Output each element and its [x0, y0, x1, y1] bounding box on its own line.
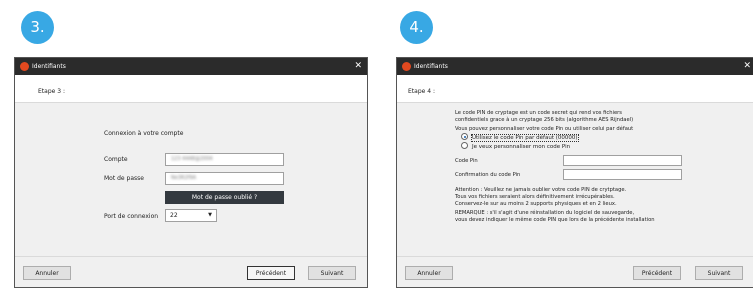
chevron-down-icon: ▼ — [208, 212, 212, 218]
radio-custom-pin[interactable]: Je veux personnaliser mon code Pin — [461, 142, 571, 151]
warning-line-2: Tous vos fichiers seraient alors définit… — [455, 194, 615, 200]
radio-default-pin[interactable]: Utilisez le code Pin par défaut (00000) — [461, 133, 579, 142]
step-header: Etape 4 : — [397, 75, 753, 103]
account-label: Compte — [104, 156, 128, 163]
port-select[interactable]: 22 ▼ — [165, 209, 217, 222]
dialog-footer: Annuler Précédent Suivant — [397, 256, 753, 287]
password-field[interactable]: Ne3R2f9A — [165, 172, 284, 185]
window-title: Identifiants — [414, 63, 448, 70]
intro-line-1: Le code PIN de cryptage est un code secr… — [455, 110, 622, 116]
dialog-footer: Annuler Précédent Suivant — [15, 256, 367, 287]
title-bar: Identifiants ✕ — [15, 58, 367, 75]
account-field[interactable]: 123 4448@2004 — [165, 153, 284, 166]
next-button[interactable]: Suivant — [308, 266, 356, 280]
pin-confirm-input[interactable] — [563, 169, 682, 180]
remark-line-2: vous devez indiquer le même code PIN que… — [455, 217, 655, 223]
pin-input[interactable] — [563, 155, 682, 166]
app-logo-icon — [20, 62, 29, 71]
step-label: Etape 4 : — [408, 88, 435, 95]
step-badge-3: 3. — [21, 11, 54, 44]
port-label: Port de connexion — [104, 213, 159, 220]
step-label: Etape 3 : — [38, 88, 65, 95]
password-value: Ne3R2f9A — [171, 175, 197, 181]
previous-button[interactable]: Précédent — [633, 266, 681, 280]
step-badge-4: 4. — [400, 11, 433, 44]
cancel-button[interactable]: Annuler — [23, 266, 71, 280]
credentials-dialog-step-3: Identifiants ✕ Etape 3 : Connexion à vot… — [14, 57, 368, 288]
password-label: Mot de passe — [104, 175, 144, 182]
warning-line-1: Attention : Veuillez ne jamais oublier v… — [455, 187, 627, 193]
warning-line-3: Conservez-le sur au moins 2 supports phy… — [455, 201, 617, 207]
port-value: 22 — [170, 212, 178, 219]
form-area: Connexion à votre compte Compte 123 4448… — [15, 103, 367, 257]
radio-label: Je veux personnaliser mon code Pin — [472, 144, 571, 150]
radio-checked-icon — [461, 133, 468, 140]
custom-prompt: Vous pouvez personnaliser votre code Pin… — [455, 126, 634, 132]
remark-line-1: REMARQUE : s'il s'agit d'une réinstallat… — [455, 210, 635, 216]
app-logo-icon — [402, 62, 411, 71]
cancel-button[interactable]: Annuler — [405, 266, 453, 280]
window-title: Identifiants — [32, 63, 66, 70]
pin-form-area: Le code PIN de cryptage est un code secr… — [397, 103, 753, 257]
title-bar: Identifiants ✕ — [397, 58, 753, 75]
credentials-dialog-step-4: Identifiants ✕ Etape 4 : Le code PIN de … — [396, 57, 753, 288]
close-icon[interactable]: ✕ — [354, 58, 362, 75]
forgot-password-button[interactable]: Mot de passe oublié ? — [165, 191, 284, 204]
pin-confirm-label: Confirmation du code Pin — [455, 172, 521, 178]
section-title: Connexion à votre compte — [104, 130, 184, 137]
radio-unchecked-icon — [461, 142, 468, 149]
pin-label: Code Pin — [455, 158, 478, 164]
intro-line-2: confidentiels grace à un cryptage 256 bi… — [455, 117, 634, 123]
radio-label: Utilisez le code Pin par défaut (00000) — [471, 134, 579, 142]
close-icon[interactable]: ✕ — [743, 58, 751, 75]
step-header: Etape 3 : — [15, 75, 367, 103]
previous-button[interactable]: Précédent — [247, 266, 295, 280]
next-button[interactable]: Suivant — [695, 266, 743, 280]
account-value: 123 4448@2004 — [171, 156, 213, 162]
